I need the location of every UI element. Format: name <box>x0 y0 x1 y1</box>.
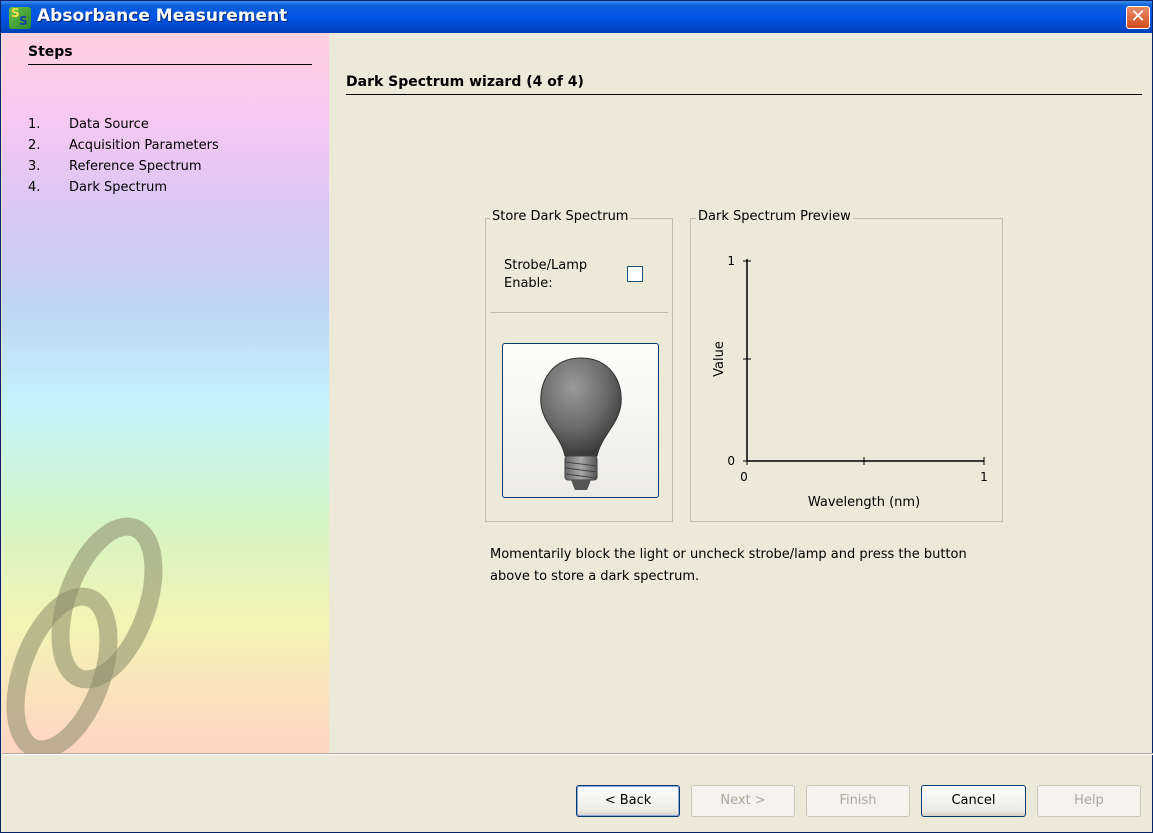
instruction-text: Momentarily block the light or uncheck s… <box>490 547 967 584</box>
steps-divider <box>28 64 312 65</box>
strobe-lamp-checkbox[interactable] <box>627 266 643 282</box>
close-button[interactable]: ✕ <box>1126 6 1150 29</box>
steps-title: Steps <box>28 44 73 60</box>
app-icon: SS <box>9 6 31 29</box>
next-button[interactable]: Next > <box>691 785 795 817</box>
dark-spectrum-chart: 1 0 0 1 Wavelength (nm) Value <box>712 254 988 510</box>
light-bulb-icon <box>540 357 622 490</box>
y-tick-label-top: 1 <box>727 254 735 268</box>
dialog-window: SS Absorbance Measurement ✕ Steps 1. Data… <box>0 0 1153 833</box>
back-button[interactable]: < Back <box>576 785 680 817</box>
x-tick-label-left: 0 <box>740 470 748 484</box>
finish-button[interactable]: Finish <box>806 785 910 817</box>
x-axis-label: Wavelength (nm) <box>808 495 920 510</box>
step-item-acquisition-parameters: 2. Acquisition Parameters <box>28 138 219 153</box>
ocean-optics-logo-icon <box>6 517 163 753</box>
title-bar[interactable]: SS Absorbance Measurement ✕ <box>1 1 1152 33</box>
step-item-dark-spectrum: 4. Dark Spectrum <box>28 180 167 195</box>
cancel-button[interactable]: Cancel <box>921 785 1026 817</box>
dark-spectrum-preview-legend: Dark Spectrum Preview <box>696 209 853 224</box>
footer-divider-highlight <box>2 754 1153 755</box>
step-item-reference-spectrum: 3. Reference Spectrum <box>28 159 202 174</box>
window-title: Absorbance Measurement <box>37 6 288 26</box>
wizard-title-divider <box>346 94 1142 95</box>
x-tick-label-right: 1 <box>980 470 988 484</box>
step-item-data-source: 1. Data Source <box>28 117 149 132</box>
strobe-lamp-label: Strobe/Lamp Enable: <box>504 258 588 291</box>
help-button[interactable]: Help <box>1037 785 1141 817</box>
y-tick-label-bottom: 0 <box>727 454 735 468</box>
group-separator <box>490 312 668 313</box>
wizard-page-title: Dark Spectrum wizard (4 of 4) <box>346 74 584 90</box>
store-dark-spectrum-button[interactable] <box>502 343 659 498</box>
y-axis-label: Value <box>712 341 727 377</box>
store-dark-spectrum-legend: Store Dark Spectrum <box>490 209 631 224</box>
